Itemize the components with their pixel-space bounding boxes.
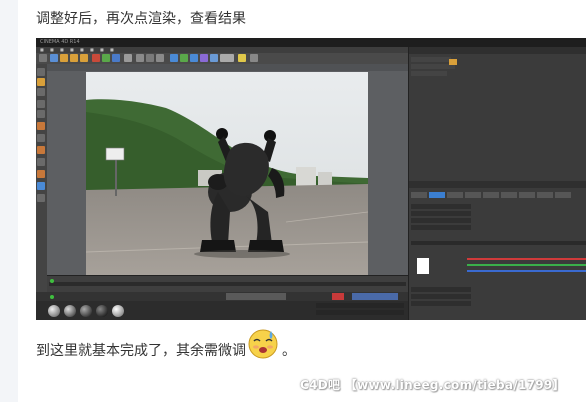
scene-icon[interactable] bbox=[210, 54, 218, 62]
light-icon[interactable] bbox=[238, 54, 246, 62]
tool-icon[interactable] bbox=[37, 68, 45, 76]
attr-field[interactable] bbox=[411, 225, 471, 230]
caption-bottom-end: 。 bbox=[282, 343, 296, 359]
color-slider-r[interactable] bbox=[467, 258, 586, 260]
axis-z-icon[interactable] bbox=[112, 54, 120, 62]
attr-field[interactable] bbox=[411, 287, 471, 292]
timeline-start-marker[interactable] bbox=[50, 279, 54, 283]
attr-field[interactable] bbox=[411, 204, 471, 209]
coord-icon[interactable] bbox=[124, 54, 132, 62]
c4d-window: CINEMA 4D R14 ■ ■ ■ ■ ■ ■ ■ ■ bbox=[36, 38, 586, 320]
render-icon[interactable] bbox=[146, 54, 154, 62]
move-icon[interactable] bbox=[60, 54, 68, 62]
tool-icon[interactable] bbox=[37, 194, 45, 202]
play-icon[interactable] bbox=[50, 295, 54, 299]
material-swatch[interactable] bbox=[48, 305, 60, 317]
tag-icon[interactable] bbox=[449, 59, 457, 65]
axis-y-icon[interactable] bbox=[102, 54, 110, 62]
rotate-icon[interactable] bbox=[80, 54, 88, 62]
tab-active[interactable] bbox=[429, 192, 445, 198]
tool-icon[interactable] bbox=[37, 100, 45, 108]
caption-top: 调整好后，再次点渲染，查看结果 bbox=[36, 11, 246, 27]
axis-x-icon[interactable] bbox=[92, 54, 100, 62]
object-row[interactable] bbox=[411, 57, 451, 62]
tool-icon[interactable] bbox=[37, 134, 45, 142]
transport-bar bbox=[36, 292, 408, 301]
rendered-scene bbox=[86, 72, 368, 284]
tool-icon[interactable] bbox=[37, 146, 45, 154]
attr-field[interactable] bbox=[411, 294, 471, 299]
tool-icon[interactable] bbox=[37, 122, 45, 130]
tool-icon[interactable] bbox=[37, 170, 45, 178]
object-row[interactable] bbox=[411, 71, 447, 76]
render-preview bbox=[86, 72, 368, 284]
timeline[interactable] bbox=[47, 275, 408, 293]
scale-icon[interactable] bbox=[70, 54, 78, 62]
material-manager bbox=[36, 301, 408, 320]
tool-icon[interactable] bbox=[37, 182, 45, 190]
render-view-icon[interactable] bbox=[136, 54, 144, 62]
attr-field[interactable] bbox=[411, 211, 471, 216]
window-titlebar: CINEMA 4D R14 bbox=[36, 38, 586, 47]
tool-icon[interactable] bbox=[37, 88, 45, 96]
attribute-manager-header bbox=[409, 181, 586, 188]
keyframe-icons[interactable] bbox=[352, 293, 398, 300]
tool-icon[interactable] bbox=[37, 78, 45, 86]
select-icon[interactable] bbox=[50, 54, 58, 62]
viewport-menu bbox=[47, 64, 408, 71]
caption-bottom-text: 到这里就基本完成了，其余需微调 bbox=[36, 343, 246, 359]
viewport[interactable] bbox=[47, 64, 408, 294]
coord-field[interactable] bbox=[316, 303, 404, 308]
deformer-icon[interactable] bbox=[200, 54, 208, 62]
record-icon[interactable] bbox=[332, 293, 344, 300]
caption-bottom: 到这里就基本完成了，其余需微调 bbox=[36, 340, 246, 360]
watermark: C4D吧 【www.lineeg.com/tieba/1799】 bbox=[300, 378, 565, 392]
material-swatch[interactable] bbox=[64, 305, 76, 317]
tool-icon[interactable] bbox=[37, 110, 45, 118]
attribute-tabs bbox=[409, 192, 586, 199]
camera-icon[interactable] bbox=[220, 54, 234, 62]
color-slider-b[interactable] bbox=[467, 270, 586, 272]
subdivision-icon[interactable] bbox=[190, 54, 198, 62]
tool-icon[interactable] bbox=[37, 158, 45, 166]
page-left-strip bbox=[0, 0, 18, 402]
sweat-emoji-icon bbox=[248, 329, 278, 359]
material-swatch[interactable] bbox=[96, 305, 108, 317]
color-swatch[interactable] bbox=[417, 258, 429, 274]
attr-field[interactable] bbox=[411, 301, 471, 306]
material-swatch[interactable] bbox=[80, 305, 92, 317]
layout-icon[interactable] bbox=[250, 54, 258, 62]
attr-field[interactable] bbox=[411, 218, 471, 223]
cube-icon[interactable] bbox=[170, 54, 178, 62]
coord-field[interactable] bbox=[316, 310, 404, 315]
right-panel bbox=[408, 47, 586, 320]
color-slider-g[interactable] bbox=[467, 264, 586, 266]
object-manager-header bbox=[409, 47, 586, 54]
material-swatch[interactable] bbox=[112, 305, 124, 317]
pen-icon[interactable] bbox=[180, 54, 188, 62]
undo-icon[interactable] bbox=[39, 54, 47, 62]
render-settings-icon[interactable] bbox=[156, 54, 164, 62]
